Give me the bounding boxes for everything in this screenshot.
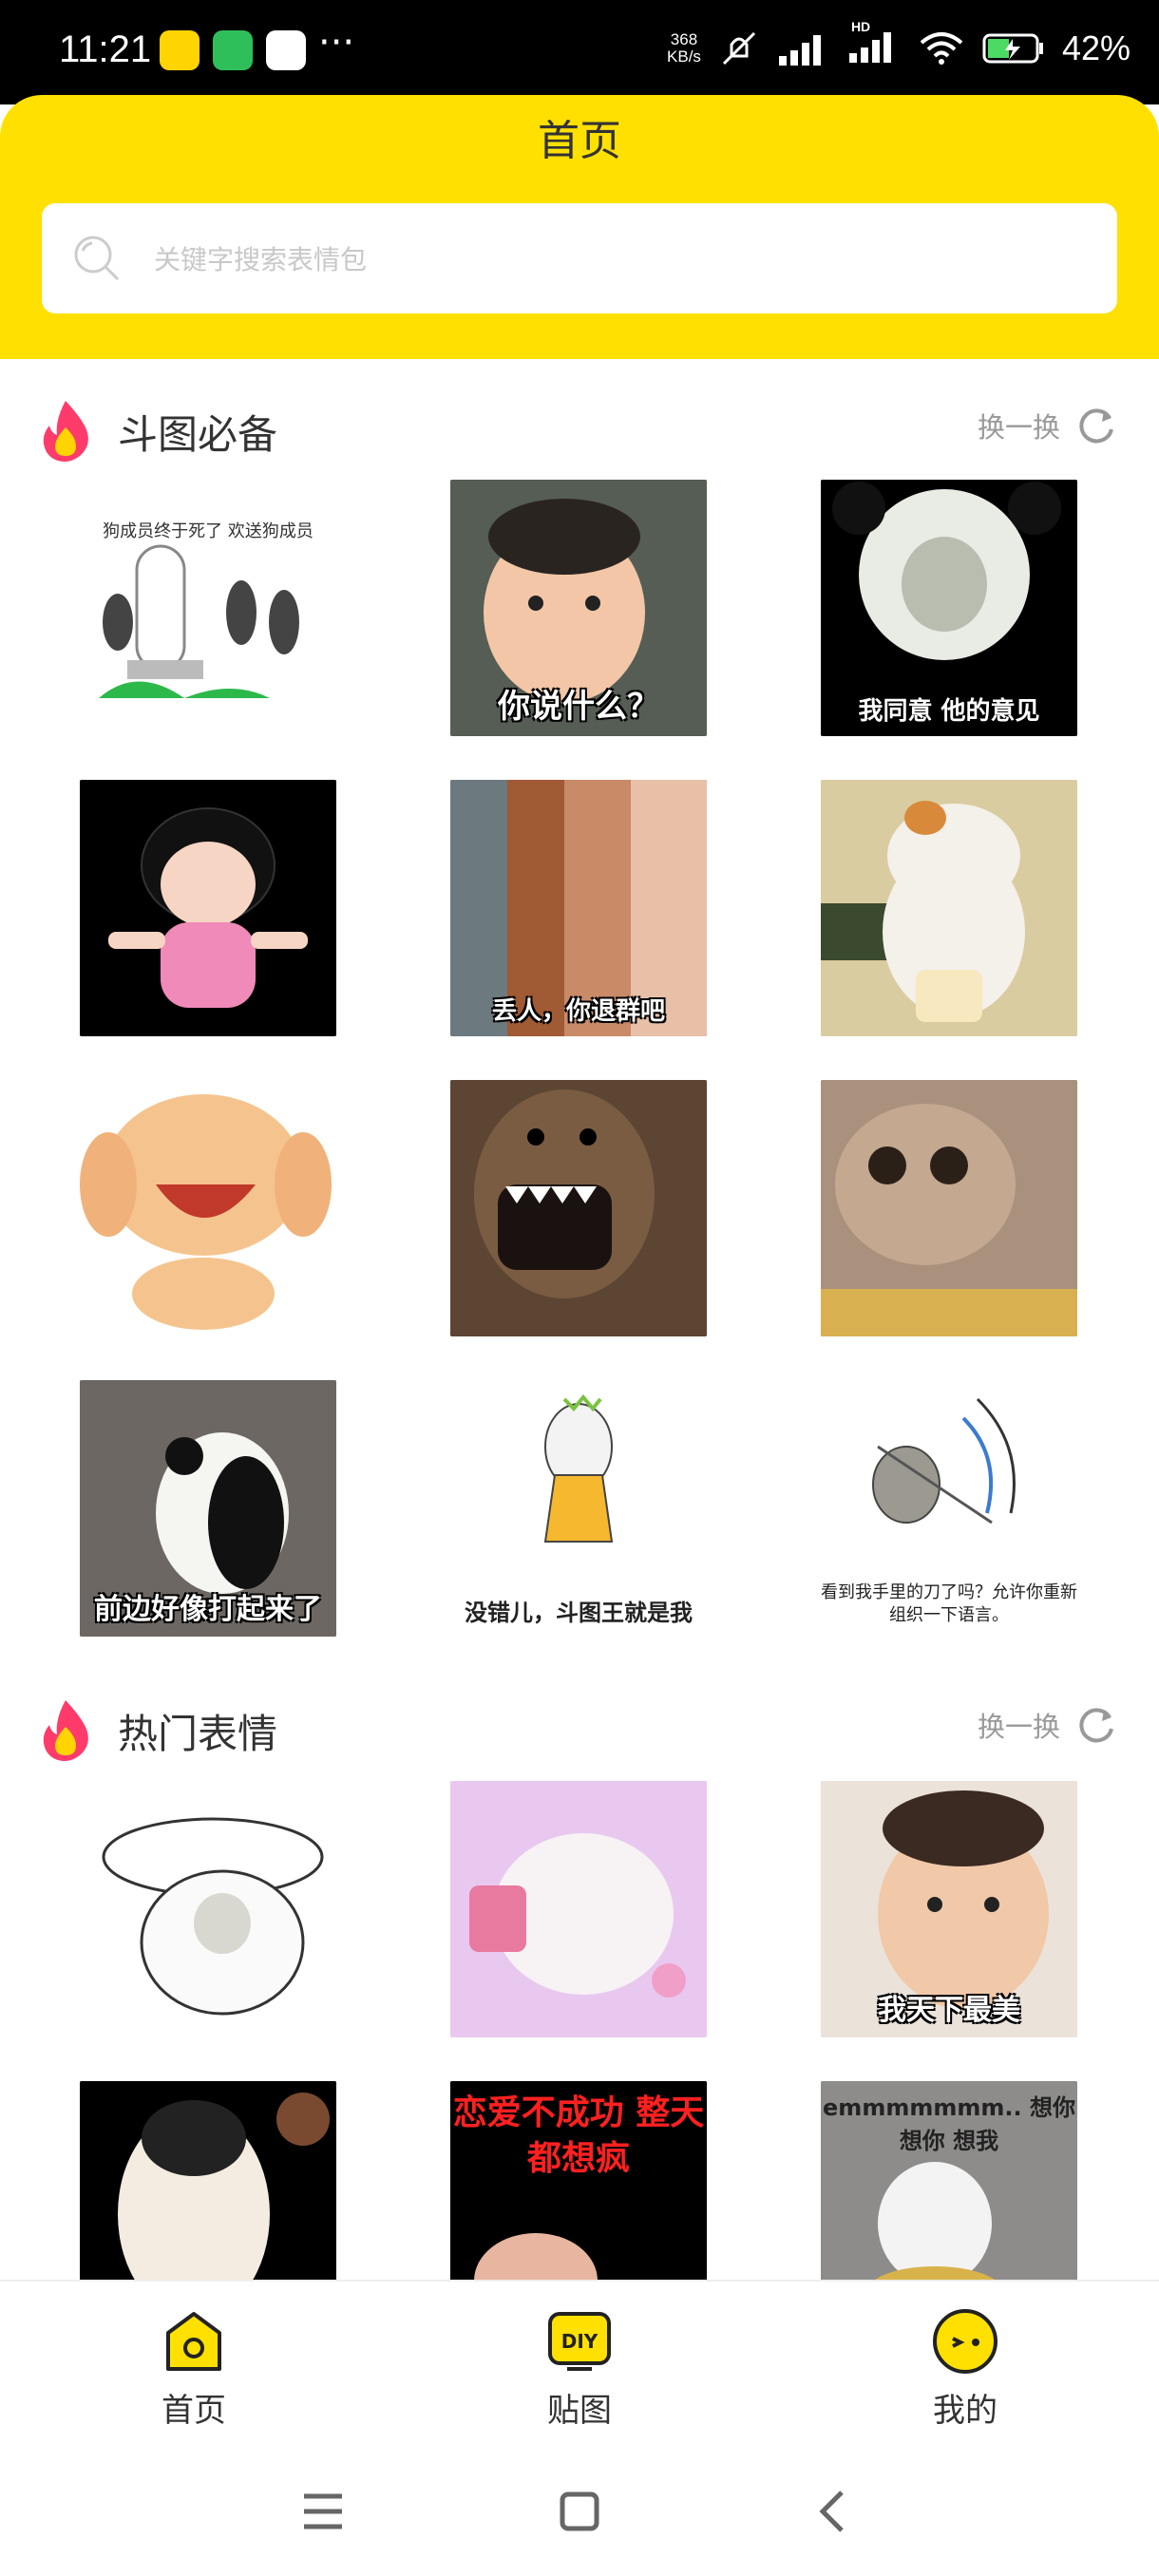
- sticker-image: [821, 780, 1077, 1036]
- status-indicators: 368 KB/s HD 42%: [667, 19, 1130, 69]
- sticker-tile[interactable]: 我天下最美: [821, 1781, 1077, 2037]
- sticker-tile[interactable]: 你说什么？: [450, 480, 707, 736]
- sticker-caption: 看到我手里的刀了吗？允许你重新组织一下语言。: [821, 1582, 1077, 1625]
- sticker-image: [80, 1094, 332, 1330]
- face-icon: [933, 2309, 998, 2374]
- sticker-tile[interactable]: 看到我手里的刀了吗？允许你重新组织一下语言。: [821, 1380, 1077, 1637]
- sticker-caption: 我同意 他的意见: [858, 697, 1040, 726]
- search-icon: [74, 236, 120, 281]
- refresh-label: 换一换: [977, 411, 1060, 444]
- sticker-tile[interactable]: [80, 780, 336, 1036]
- signal-icon: [778, 34, 821, 66]
- search-placeholder: 关键字搜索表情包: [154, 244, 368, 275]
- sticker-tile[interactable]: 我同意 他的意见: [821, 480, 1077, 736]
- notification-icons: [160, 30, 306, 70]
- page-title: 首页: [538, 117, 621, 165]
- nav-label: 我的: [933, 2392, 998, 2430]
- refresh-button[interactable]: 换一换: [978, 405, 1117, 446]
- sticker-caption: 恋爱不成功 整天都想疯: [452, 2093, 705, 2178]
- battery-percent: 42%: [1061, 28, 1130, 67]
- nav-label: 贴图: [547, 2392, 612, 2430]
- nav-item-mine[interactable]: 我的: [870, 2306, 1060, 2431]
- section-title: 热门表情: [118, 1711, 278, 1757]
- more-notifications-icon: ···: [318, 21, 355, 65]
- svg-text:DIY: DIY: [561, 2330, 598, 2353]
- sticker-tile[interactable]: [821, 780, 1077, 1036]
- system-nav-bar: [0, 2434, 1159, 2576]
- sticker-image: [821, 1080, 1077, 1336]
- section-title: 斗图必备: [118, 411, 278, 458]
- sticker-caption: 前边好像打起来了: [94, 1593, 322, 1626]
- section-header: 斗图必备 换一换: [0, 393, 1159, 469]
- flame-icon: [43, 1700, 88, 1761]
- diy-icon: DIY: [548, 2312, 611, 2371]
- home-square-icon[interactable]: [551, 2483, 608, 2540]
- sticker-caption: 你说什么？: [498, 688, 659, 726]
- sticker-caption: 丢人，你退群吧: [491, 997, 665, 1026]
- sticker-tile[interactable]: [80, 1080, 336, 1336]
- refresh-label: 换一换: [977, 1711, 1060, 1743]
- sticker-caption: 狗成员终于死了 欢送狗成员: [103, 521, 314, 541]
- sticker-caption: emmmmmmm.. 想你 想你 想我: [823, 2094, 1075, 2154]
- sticker-tile[interactable]: 狗成员终于死了 欢送狗成员: [80, 480, 336, 736]
- sticker-tile[interactable]: [450, 1781, 707, 2037]
- qq-notification-icon: [266, 30, 306, 70]
- status-time: 11:21: [59, 28, 152, 70]
- refresh-button[interactable]: 换一换: [978, 1704, 1117, 1746]
- bottom-nav: 首页 DIY 贴图 我的: [0, 2280, 1159, 2435]
- sticker-image: [80, 780, 336, 1036]
- sticker-tile[interactable]: 没错儿，斗图王就是我: [450, 1380, 707, 1637]
- sticker-caption: 没错儿，斗图王就是我: [465, 1600, 693, 1626]
- network-speed: 368 KB/s: [667, 29, 701, 66]
- sticker-image: [450, 1781, 707, 2037]
- app-notification-icon: [160, 30, 200, 70]
- wifi-icon: [920, 31, 963, 65]
- search-input[interactable]: 关键字搜索表情包: [42, 203, 1117, 313]
- sticker-image: [102, 1817, 324, 2016]
- app-notification-icon: [213, 30, 253, 70]
- refresh-icon: [1079, 1708, 1113, 1743]
- sticker-tile[interactable]: [450, 1080, 707, 1336]
- back-icon[interactable]: [804, 2483, 861, 2540]
- mute-icon: [722, 31, 755, 65]
- home-icon: [166, 2312, 221, 2371]
- menu-icon[interactable]: [294, 2483, 352, 2540]
- sticker-tile[interactable]: 前边好像打起来了: [80, 1380, 336, 1637]
- flame-icon: [43, 401, 88, 462]
- battery-icon: [982, 33, 1043, 63]
- sticker-caption: 我天下最美: [878, 1994, 1020, 2027]
- section-header: 热门表情 换一换: [0, 1693, 1159, 1769]
- nav-item-diy[interactable]: DIY 贴图: [484, 2306, 674, 2431]
- sticker-tile[interactable]: [80, 1781, 336, 2037]
- nav-label: 首页: [162, 2392, 226, 2430]
- signal-hd: HD: [847, 19, 901, 69]
- nav-item-home[interactable]: 首页: [99, 2306, 289, 2431]
- refresh-icon: [1079, 408, 1113, 444]
- sticker-image: [450, 1080, 707, 1336]
- sticker-tile[interactable]: [821, 1080, 1077, 1336]
- sticker-tile[interactable]: 丢人，你退群吧: [450, 780, 707, 1036]
- status-bar: 11:21 ··· 368 KB/s HD 42%: [0, 0, 1159, 104]
